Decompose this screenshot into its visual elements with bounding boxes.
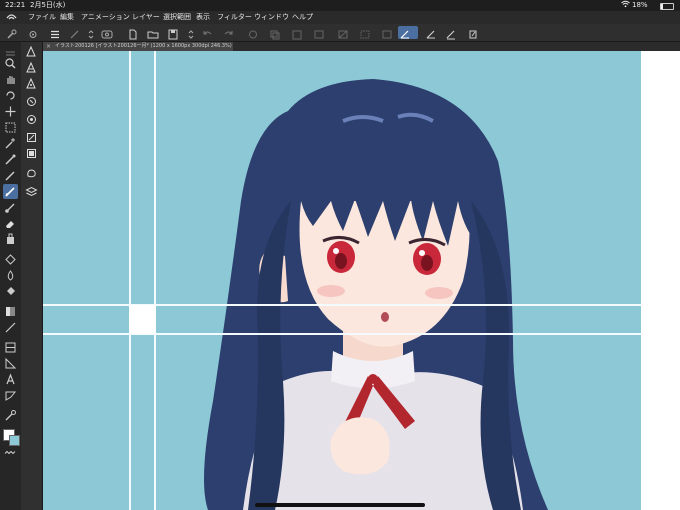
brush-size-icon[interactable] bbox=[68, 26, 82, 39]
tool-palette bbox=[0, 42, 21, 510]
sub-tool-round-pen-icon[interactable] bbox=[24, 112, 39, 127]
airbrush-icon[interactable] bbox=[3, 268, 18, 283]
rect-select-icon[interactable] bbox=[3, 120, 18, 135]
sub-tool-palette bbox=[21, 42, 43, 510]
drawing-canvas[interactable] bbox=[43, 51, 641, 510]
pen-icon[interactable] bbox=[3, 184, 18, 199]
deselect-icon[interactable] bbox=[336, 26, 350, 39]
pasteboard bbox=[641, 51, 680, 510]
decoration-icon[interactable] bbox=[3, 232, 18, 247]
zoom-icon[interactable] bbox=[3, 56, 18, 71]
color-swatch-icon[interactable] bbox=[3, 446, 18, 455]
sub-tool-blob-icon[interactable] bbox=[24, 166, 39, 181]
document-tab-title: イラスト200126 [イラスト200126一月* (1200 x 1600px… bbox=[55, 43, 232, 49]
menu-window[interactable]: ウィンドウ bbox=[254, 11, 289, 24]
sub-tool-layers-icon[interactable] bbox=[24, 184, 39, 199]
copy-icon[interactable] bbox=[268, 26, 282, 40]
command-toolbar bbox=[0, 24, 680, 42]
paste-icon[interactable] bbox=[290, 26, 304, 40]
blend-icon[interactable] bbox=[3, 252, 18, 267]
sub-tool-pen-b-icon[interactable] bbox=[24, 60, 39, 75]
correction-icon[interactable] bbox=[3, 408, 18, 423]
quick-access-icon[interactable] bbox=[466, 26, 480, 39]
clear-icon[interactable] bbox=[246, 26, 260, 39]
battery-percent: 18% bbox=[632, 1, 648, 9]
auto-select-icon[interactable] bbox=[3, 136, 18, 151]
balloon-icon[interactable] bbox=[3, 388, 18, 403]
invert-selection-icon[interactable] bbox=[380, 26, 394, 39]
home-indicator[interactable] bbox=[255, 503, 425, 507]
open-folder-icon[interactable] bbox=[146, 26, 160, 39]
snap-ruler-icon[interactable] bbox=[398, 26, 418, 39]
undo-icon[interactable] bbox=[200, 26, 214, 39]
menu-help[interactable]: ヘルプ bbox=[292, 11, 313, 24]
settings-icon[interactable] bbox=[26, 26, 40, 39]
status-time: 22:21 bbox=[5, 1, 26, 9]
spinner-icon[interactable] bbox=[84, 26, 98, 39]
wrench-icon[interactable] bbox=[4, 26, 18, 39]
redo-icon[interactable] bbox=[222, 26, 236, 39]
document-tab[interactable]: イラスト200126 [イラスト200126一月* (1200 x 1600px… bbox=[43, 42, 233, 51]
eraser-icon[interactable] bbox=[3, 216, 18, 231]
status-bar: 22:21 2月5日(水) 18% bbox=[0, 0, 680, 11]
fill-icon[interactable] bbox=[3, 284, 18, 299]
menu-edit[interactable]: 編集 bbox=[60, 11, 74, 24]
gradient-icon[interactable] bbox=[3, 304, 18, 319]
document-tab-bar: イラスト200126 [イラスト200126一月* (1200 x 1600px… bbox=[43, 42, 680, 51]
ruler-icon[interactable] bbox=[3, 356, 18, 371]
menu-animation[interactable]: アニメーション bbox=[81, 11, 130, 24]
sub-color-swatch[interactable] bbox=[9, 435, 20, 446]
battery-icon bbox=[660, 3, 674, 10]
text-icon[interactable] bbox=[3, 372, 18, 387]
status-date: 2月5日(水) bbox=[30, 1, 66, 9]
pencil-icon[interactable] bbox=[3, 168, 18, 183]
select-all-icon[interactable] bbox=[358, 26, 372, 39]
new-file-icon[interactable] bbox=[126, 26, 140, 40]
sub-tool-texture-pen-icon[interactable] bbox=[24, 146, 39, 161]
hand-icon[interactable] bbox=[3, 72, 18, 87]
eyedropper-icon[interactable] bbox=[3, 152, 18, 167]
menu-bar: ファイル 編集 アニメーション レイヤー 選択範囲 表示 フィルター ウィンドウ… bbox=[0, 11, 680, 24]
menu-view[interactable]: 表示 bbox=[196, 11, 210, 24]
hamburger-menu-icon[interactable] bbox=[48, 26, 62, 39]
sub-tool-pen-a-icon[interactable] bbox=[24, 44, 39, 59]
figure-icon[interactable] bbox=[3, 320, 18, 335]
menu-file[interactable]: ファイル bbox=[28, 11, 56, 24]
sub-tool-pen-c-icon[interactable] bbox=[24, 76, 39, 91]
close-tab-icon[interactable]: × bbox=[46, 42, 51, 51]
snap-grid-icon[interactable] bbox=[444, 26, 464, 40]
app-logo-icon[interactable] bbox=[6, 13, 17, 22]
zoom-spinner-icon[interactable] bbox=[184, 26, 198, 39]
illustration bbox=[43, 51, 641, 510]
frame-icon[interactable] bbox=[3, 340, 18, 355]
brush-icon[interactable] bbox=[3, 200, 18, 215]
save-icon[interactable] bbox=[166, 26, 180, 40]
palette-handle-icon[interactable] bbox=[3, 46, 18, 56]
menu-selection[interactable]: 選択範囲 bbox=[163, 11, 191, 24]
menu-layer[interactable]: レイヤー bbox=[132, 11, 160, 24]
transform-icon[interactable] bbox=[312, 26, 326, 39]
edge-keyboard-icon[interactable] bbox=[100, 26, 114, 39]
rotate-icon[interactable] bbox=[3, 88, 18, 103]
move-icon[interactable] bbox=[3, 104, 18, 119]
snap-guide-icon[interactable] bbox=[424, 26, 444, 39]
menu-filter[interactable]: フィルター bbox=[217, 11, 252, 24]
sub-tool-marker-icon[interactable] bbox=[24, 94, 39, 109]
sub-tool-square-pen-icon[interactable] bbox=[24, 130, 39, 145]
